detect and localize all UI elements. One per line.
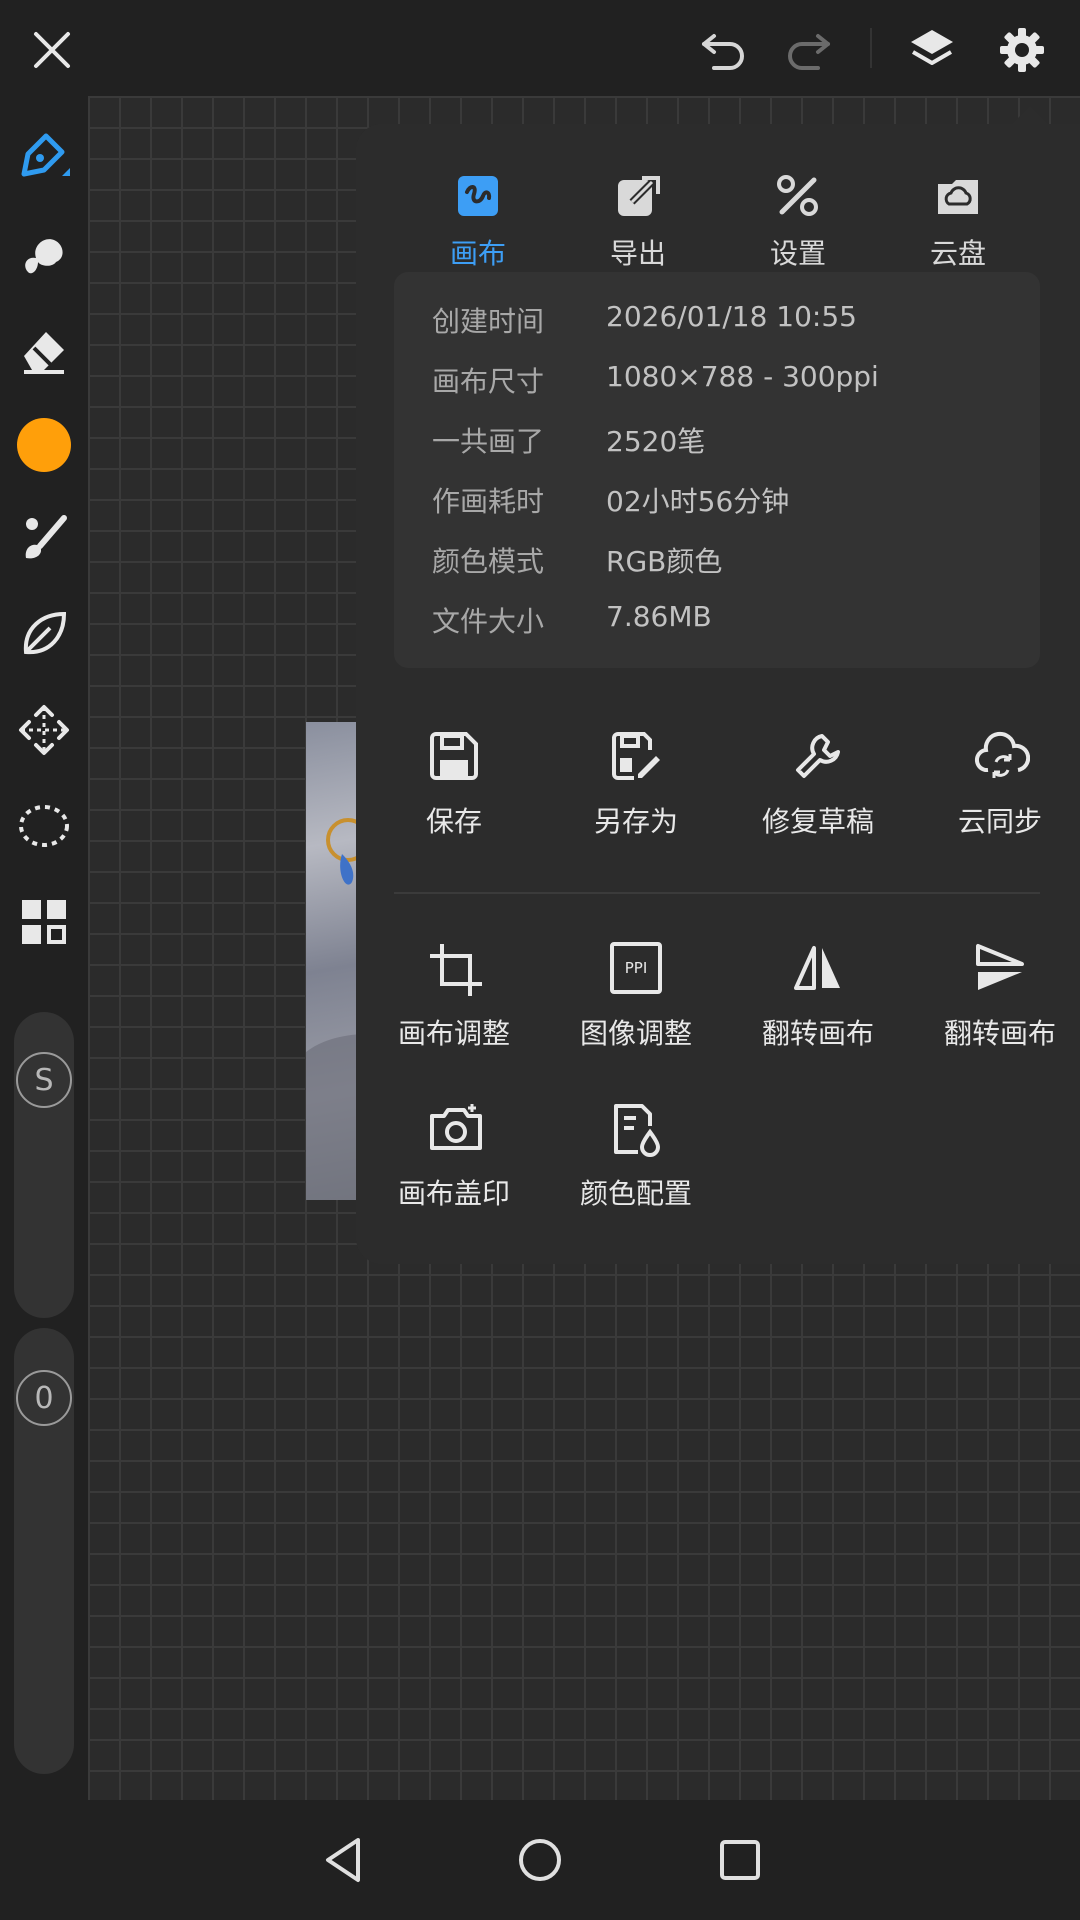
- opacity-slider[interactable]: 0: [14, 1328, 74, 1774]
- move-icon[interactable]: [14, 700, 74, 760]
- smudge-icon[interactable]: [14, 224, 74, 284]
- info-value: 2520笔: [606, 425, 706, 458]
- layers-icon[interactable]: [904, 22, 960, 78]
- canvas-stamp-button[interactable]: 画布盖印: [364, 1082, 544, 1222]
- save-as-icon: [610, 730, 662, 782]
- info-value: 2026/01/18 10:55: [606, 300, 857, 333]
- leaf-icon[interactable]: [14, 604, 74, 664]
- tab-canvas[interactable]: 画布: [398, 148, 558, 270]
- size-slider-knob[interactable]: S: [16, 1052, 72, 1108]
- info-row-duration: 作画耗时 02小时56分钟: [394, 480, 1040, 540]
- cloud-sync-icon: [974, 730, 1031, 782]
- info-row-color-mode: 颜色模式 RGB颜色: [394, 540, 1040, 600]
- info-value: RGB颜色: [606, 545, 723, 578]
- tab-label: 画布: [449, 237, 506, 270]
- action-label: 修复草稿: [761, 805, 874, 838]
- action-label: 保存: [425, 805, 482, 838]
- tab-export[interactable]: 导出: [558, 148, 718, 270]
- info-row-file-size: 文件大小 7.86MB: [394, 600, 1040, 660]
- action-label: 图像调整: [579, 1017, 692, 1050]
- export-icon: [616, 174, 660, 218]
- image-adjust-button[interactable]: PPI 图像调整: [546, 922, 726, 1062]
- cloud-sync-button[interactable]: 云同步: [910, 710, 1080, 850]
- tab-cloud-drive[interactable]: 云盘: [878, 148, 1038, 270]
- save-button[interactable]: 保存: [364, 710, 544, 850]
- cloud-drive-icon: [936, 174, 980, 218]
- home-icon[interactable]: [512, 1832, 568, 1888]
- info-key: 一共画了: [432, 425, 545, 458]
- action-label: 画布调整: [397, 1017, 510, 1050]
- ppi-text: PPI: [624, 959, 648, 977]
- lasso-icon[interactable]: [14, 796, 74, 856]
- action-label: 翻转画布: [943, 1017, 1056, 1050]
- left-toolbar: S 0: [0, 96, 88, 1800]
- info-key: 文件大小: [432, 605, 545, 638]
- panel-pointer: [1012, 106, 1048, 124]
- color-profile-button[interactable]: 颜色配置: [546, 1082, 726, 1222]
- action-label: 颜色配置: [579, 1177, 692, 1210]
- brush-size-slider[interactable]: S: [14, 1012, 74, 1318]
- color-swatch[interactable]: [17, 418, 71, 472]
- opacity-slider-knob[interactable]: 0: [16, 1370, 72, 1426]
- system-nav-bar: [0, 1800, 1080, 1920]
- info-value: 1080×788 - 300ppi: [606, 360, 879, 393]
- info-row-created: 创建时间 2026/01/18 10:55: [394, 300, 1040, 360]
- color-profile-icon: [610, 1102, 662, 1157]
- tools-icon: [776, 174, 820, 218]
- tab-label: 导出: [609, 237, 666, 270]
- canvas-adjust-button[interactable]: 画布调整: [364, 922, 544, 1062]
- recents-icon[interactable]: [712, 1832, 768, 1888]
- close-icon[interactable]: [26, 24, 78, 76]
- canvas-icon: [456, 174, 500, 218]
- brush-icon[interactable]: [14, 508, 74, 568]
- save-as-button[interactable]: 另存为: [546, 710, 726, 850]
- redo-icon[interactable]: [782, 24, 834, 76]
- info-key: 画布尺寸: [432, 365, 545, 398]
- flip-canvas-vertical-button[interactable]: 翻转画布: [910, 922, 1080, 1062]
- top-bar: [0, 0, 1080, 96]
- info-key: 颜色模式: [432, 545, 545, 578]
- camera-icon: [428, 1102, 482, 1154]
- repair-draft-button[interactable]: 修复草稿: [728, 710, 908, 850]
- tab-label: 设置: [769, 237, 826, 270]
- info-value: 02小时56分钟: [606, 485, 790, 518]
- info-row-strokes: 一共画了 2520笔: [394, 420, 1040, 480]
- tab-label: 云盘: [929, 237, 986, 270]
- info-key: 作画耗时: [432, 485, 545, 518]
- canvas-info-box: 创建时间 2026/01/18 10:55 画布尺寸 1080×788 - 30…: [394, 272, 1040, 668]
- crop-icon: [428, 942, 482, 996]
- eraser-icon[interactable]: [14, 320, 74, 380]
- action-label: 另存为: [593, 805, 678, 838]
- flip-canvas-horizontal-button[interactable]: 翻转画布: [728, 922, 908, 1062]
- grid-icon[interactable]: [14, 892, 74, 952]
- flip-horizontal-icon: [792, 942, 844, 994]
- save-icon: [428, 730, 480, 782]
- ppi-icon: PPI: [610, 942, 662, 994]
- flip-vertical-icon: [974, 942, 1026, 994]
- gear-icon[interactable]: [994, 22, 1050, 78]
- canvas-info-panel: 画布 导出 设置 云盘 创建时间 2026/01/18 10:55 画布尺寸 1…: [356, 124, 1080, 1264]
- pen-icon[interactable]: [14, 128, 74, 188]
- info-value: 7.86MB: [606, 600, 712, 633]
- section-divider: [394, 892, 1040, 894]
- info-key: 创建时间: [432, 305, 545, 338]
- toolbar-divider: [870, 28, 872, 68]
- back-icon[interactable]: [316, 1832, 372, 1888]
- undo-icon[interactable]: [698, 24, 750, 76]
- wrench-icon: [792, 730, 844, 782]
- action-label: 云同步: [957, 805, 1042, 838]
- action-label: 翻转画布: [761, 1017, 874, 1050]
- info-row-size: 画布尺寸 1080×788 - 300ppi: [394, 360, 1040, 420]
- tab-settings[interactable]: 设置: [718, 148, 878, 270]
- action-label: 画布盖印: [397, 1177, 510, 1210]
